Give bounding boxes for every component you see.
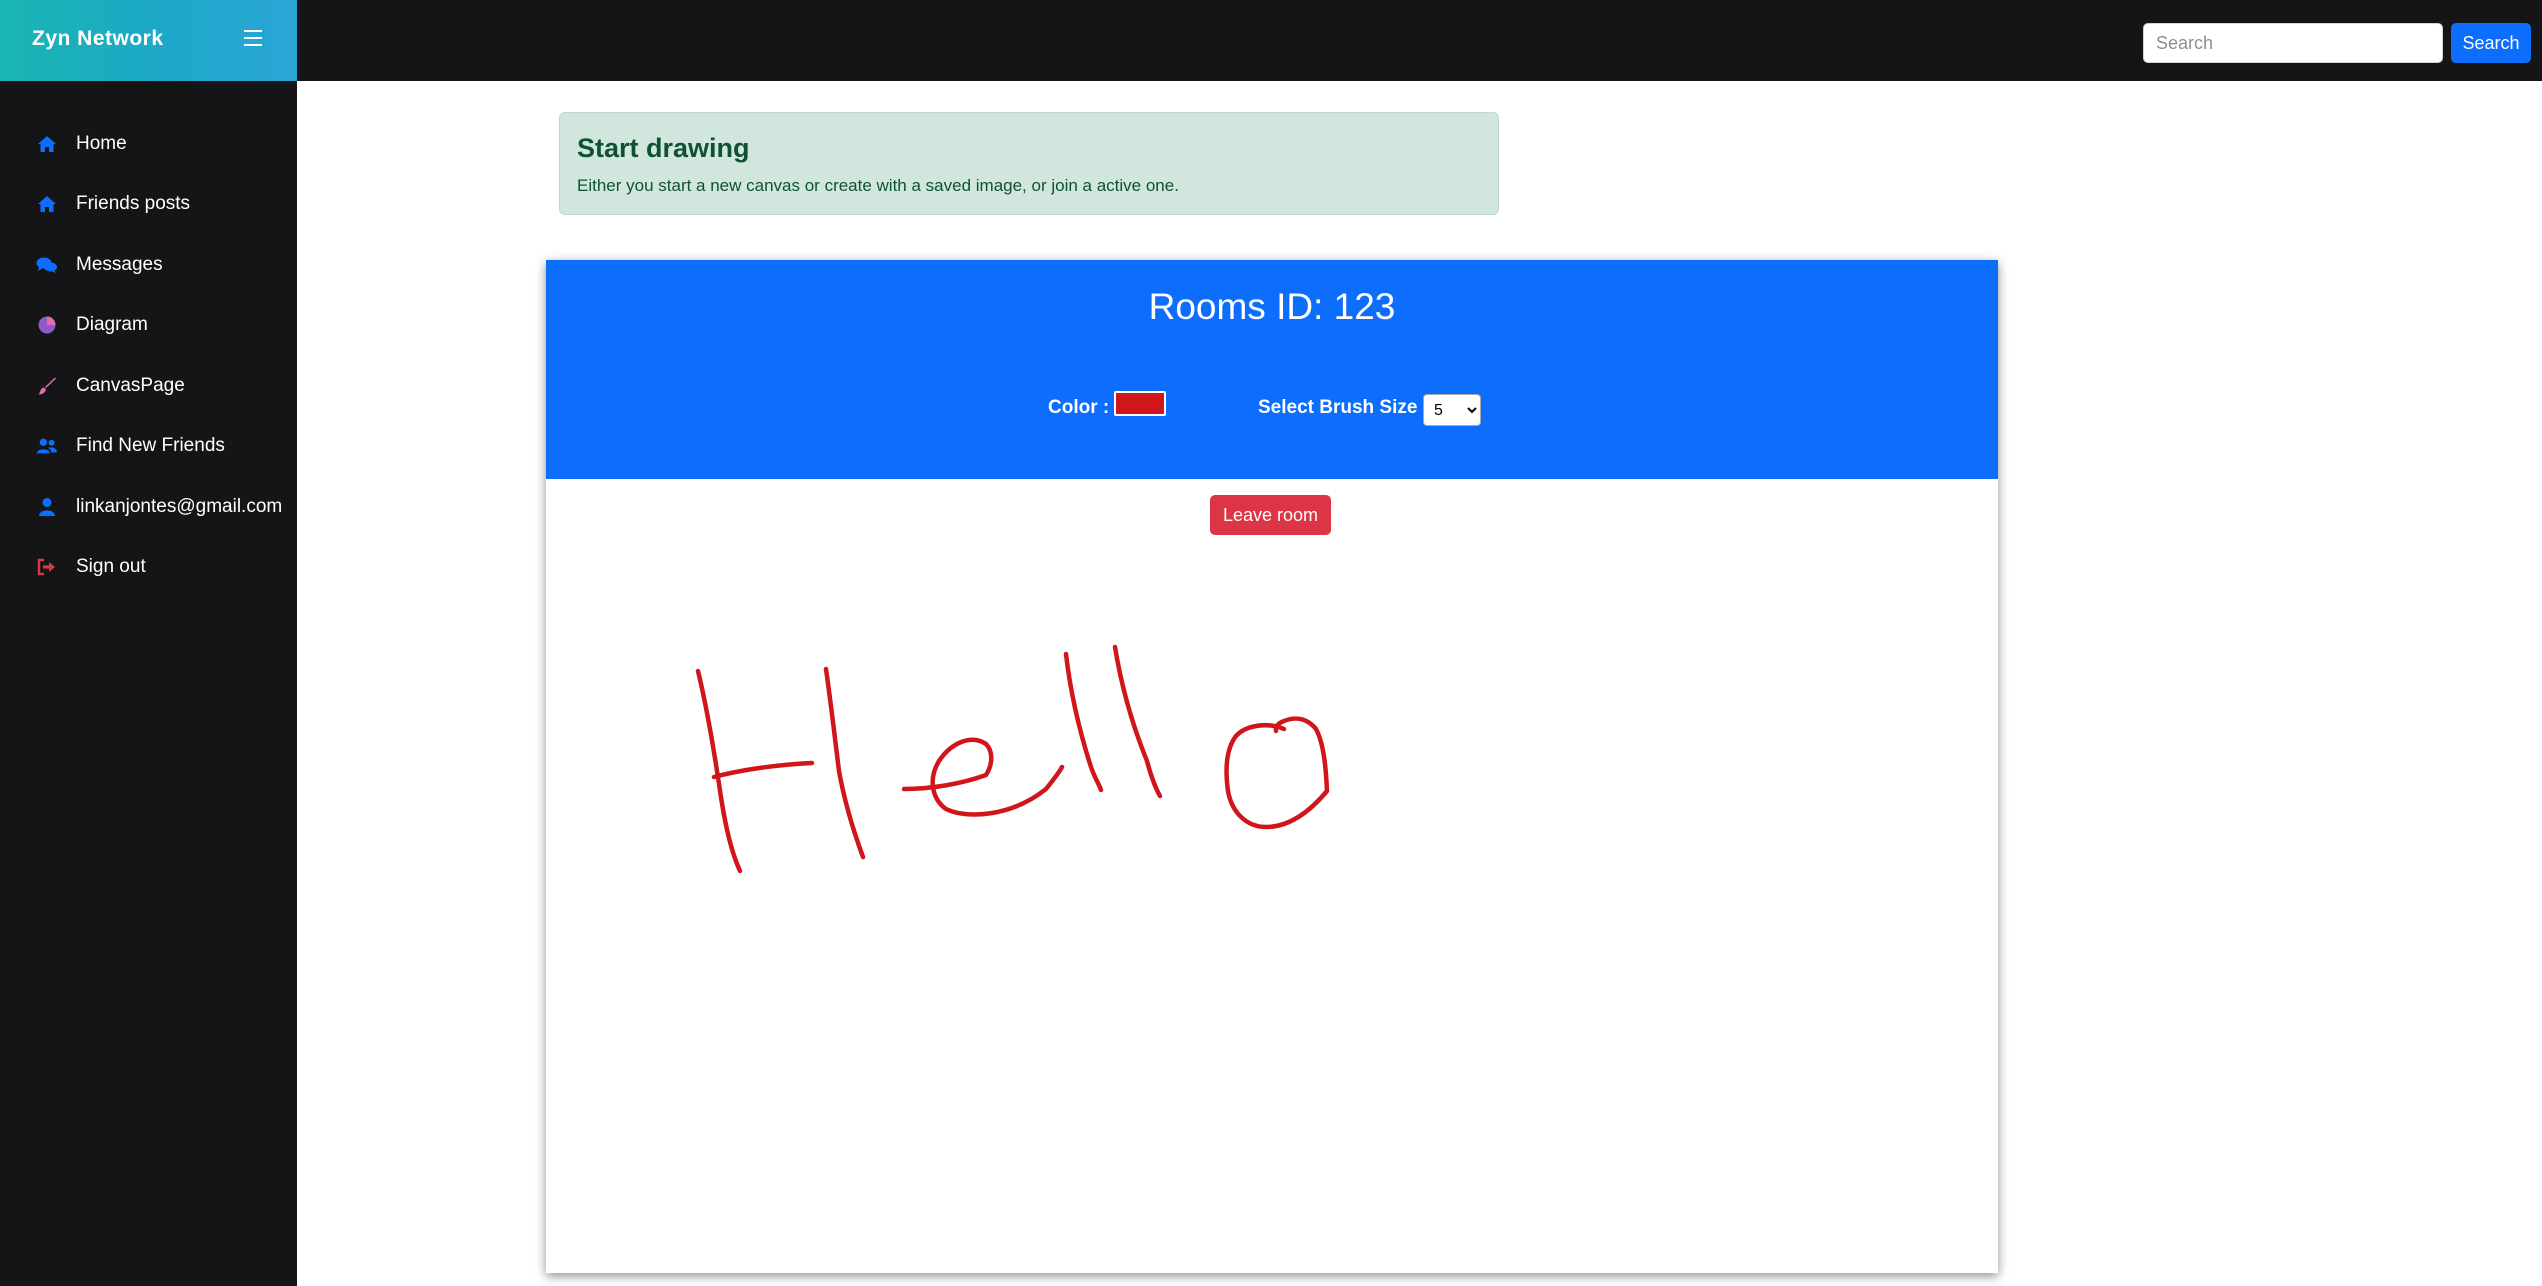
sidebar-item-label: Home xyxy=(76,133,127,154)
search-input[interactable] xyxy=(2143,23,2443,63)
sidebar-item-label: CanvasPage xyxy=(76,375,185,396)
brand-header: Zyn Network xyxy=(0,0,297,81)
sign-out-icon xyxy=(36,556,58,578)
leave-room-button[interactable]: Leave room xyxy=(1210,495,1331,535)
hamburger-menu-icon[interactable] xyxy=(244,30,262,46)
brush-size-label: Select Brush Size : xyxy=(1258,397,1430,418)
search-button[interactable]: Search xyxy=(2451,23,2531,63)
sidebar-item-label: Diagram xyxy=(76,314,148,335)
drawing-strokes xyxy=(695,644,1330,874)
paint-brush-icon xyxy=(36,375,58,397)
sidebar-item-label: Sign out xyxy=(76,556,146,577)
brush-size-select[interactable]: 5 xyxy=(1423,394,1481,426)
comments-icon xyxy=(36,254,58,276)
sidebar-item-canvaspage[interactable]: CanvasPage xyxy=(0,361,297,411)
sidebar-item-label: linkanjontes@gmail.com xyxy=(76,496,283,517)
sidebar-item-find-new-friends[interactable]: Find New Friends xyxy=(0,421,297,471)
start-drawing-alert: Start drawing Either you start a new can… xyxy=(559,112,1499,215)
room-header: Rooms ID: 123 Color : Select Brush Size … xyxy=(546,260,1998,479)
alert-text: Either you start a new canvas or create … xyxy=(577,176,1179,195)
sidebar-item-diagram[interactable]: Diagram xyxy=(0,300,297,350)
sidebar-item-home[interactable]: Home xyxy=(0,119,297,169)
sidebar-item-sign-out[interactable]: Sign out xyxy=(0,542,297,592)
home-icon xyxy=(36,133,58,155)
sidebar-item-profile[interactable]: linkanjontes@gmail.com xyxy=(0,482,297,532)
sidebar-item-friends-posts[interactable]: Friends posts xyxy=(0,179,297,229)
alert-title: Start drawing xyxy=(577,133,750,163)
sidebar-item-label: Messages xyxy=(76,254,163,275)
sidebar-item-label: Friends posts xyxy=(76,193,191,214)
pie-chart-icon xyxy=(36,314,58,336)
sidebar: Zyn Network Home Friends posts Messages … xyxy=(0,0,297,1286)
color-picker[interactable] xyxy=(1114,391,1166,416)
room-title: Rooms ID: 123 xyxy=(1148,286,1396,327)
sidebar-item-label: Find New Friends xyxy=(76,435,225,456)
color-label: Color : xyxy=(1048,397,1110,418)
users-icon xyxy=(36,435,58,457)
user-icon xyxy=(36,496,58,518)
sidebar-item-messages[interactable]: Messages xyxy=(0,240,297,290)
drawing-canvas[interactable] xyxy=(546,479,1998,1273)
room-card: Rooms ID: 123 Color : Select Brush Size … xyxy=(546,260,1998,1273)
home-icon xyxy=(36,193,58,215)
brand-name: Zyn Network xyxy=(32,27,164,50)
